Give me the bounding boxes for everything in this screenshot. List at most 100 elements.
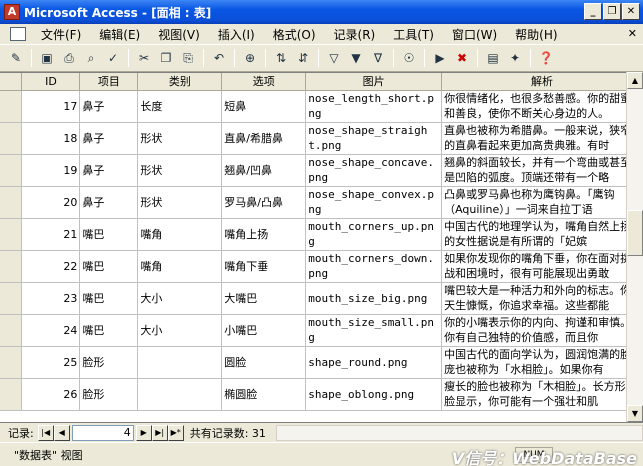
column-header-id[interactable]: ID [21, 73, 81, 91]
find-icon[interactable]: ☉ [399, 48, 419, 68]
cell-id[interactable]: 26 [21, 378, 81, 411]
record-selector[interactable] [0, 282, 23, 315]
cell-id[interactable]: 22 [21, 250, 81, 283]
cell-option[interactable]: 直鼻/希腊鼻 [221, 122, 307, 155]
filter-by-form-icon[interactable]: ▼ [346, 48, 366, 68]
table-row[interactable]: 17 鼻子 长度 短鼻 nose_length_short.png 你很情绪化，… [0, 90, 643, 123]
cell-analysis[interactable]: 你的小嘴表示你的内向、拘谨和审慎。你有自己独特的价值感，而且你 [441, 314, 643, 347]
cell-image[interactable]: nose_length_short.png [305, 90, 443, 123]
cell-analysis[interactable]: 你很情绪化，也很多愁善感。你的甜蜜和善良，使你不断关心身边的人。 [441, 90, 643, 123]
datasheet-doc-icon[interactable] [10, 27, 26, 41]
cell-id[interactable]: 25 [21, 346, 81, 379]
horizontal-scrollbar[interactable] [275, 424, 643, 441]
cell-item[interactable]: 嘴巴 [79, 282, 139, 315]
table-row[interactable]: 26 脸形 椭圆脸 shape_oblong.png 瘦长的脸也被称为「木相脸」… [0, 378, 643, 411]
spelling-icon[interactable]: ✓ [103, 48, 123, 68]
cell-id[interactable]: 21 [21, 218, 81, 251]
cell-option[interactable]: 嘴角下垂 [221, 250, 307, 283]
cell-analysis[interactable]: 直鼻也被称为希腊鼻。一般来说，狭窄的直鼻看起来更加高贵典雅。有时 [441, 122, 643, 155]
cell-image[interactable]: nose_shape_convex.png [305, 186, 443, 219]
menu-window[interactable]: 窗口(W) [443, 26, 506, 43]
cell-analysis[interactable]: 翘鼻的斜面较长，并有一个弯曲或甚至是凹陷的弧度。顶端还带有一个略 [441, 154, 643, 187]
cell-category[interactable]: 长度 [137, 90, 223, 123]
cell-category[interactable]: 形状 [137, 122, 223, 155]
new-record-button[interactable]: ▶* [167, 424, 184, 441]
cell-option[interactable]: 大嘴巴 [221, 282, 307, 315]
record-selector[interactable] [0, 250, 23, 283]
cell-id[interactable]: 18 [21, 122, 81, 155]
scroll-down-icon[interactable]: ▼ [627, 405, 643, 422]
record-selector[interactable] [0, 90, 23, 123]
previous-record-button[interactable]: ◀ [53, 424, 70, 441]
cell-category[interactable]: 形状 [137, 186, 223, 219]
column-header-category[interactable]: 类别 [137, 73, 223, 91]
table-row[interactable]: 24 嘴巴 大小 小嘴巴 mouth_size_small.png 你的小嘴表示… [0, 314, 643, 347]
copy-icon[interactable]: ❐ [156, 48, 176, 68]
hyperlink-icon[interactable]: ⊕ [240, 48, 260, 68]
table-row[interactable]: 23 嘴巴 大小 大嘴巴 mouth_size_big.png 嘴巴较大是一种活… [0, 282, 643, 315]
paste-icon[interactable]: ⎘ [178, 48, 198, 68]
design-view-icon[interactable]: ✎ [6, 48, 26, 68]
menu-help[interactable]: 帮助(H) [506, 26, 566, 43]
menu-file[interactable]: 文件(F) [32, 26, 90, 43]
record-selector[interactable] [0, 314, 23, 347]
cell-category[interactable] [137, 378, 223, 411]
record-selector[interactable] [0, 186, 23, 219]
minimize-button[interactable]: _ [584, 3, 602, 20]
cell-image[interactable]: nose_shape_straight.png [305, 122, 443, 155]
cell-image[interactable]: mouth_corners_down.png [305, 250, 443, 283]
menu-insert[interactable]: 插入(I) [209, 26, 264, 43]
new-object-icon[interactable]: ✦ [505, 48, 525, 68]
record-selector[interactable] [0, 122, 23, 155]
cell-category[interactable]: 嘴角 [137, 250, 223, 283]
undo-icon[interactable]: ↶ [209, 48, 229, 68]
document-close-button[interactable]: ✕ [628, 27, 637, 40]
cell-item[interactable]: 嘴巴 [79, 250, 139, 283]
menu-view[interactable]: 视图(V) [149, 26, 209, 43]
cell-analysis[interactable]: 中国古代的面向学认为，圆润饱满的脸庞也被称为「水相脸」。如果你有 [441, 346, 643, 379]
cell-analysis[interactable]: 中国古代的地理学认为，嘴角自然上扬的女性据说是有所谓的「妃嫔 [441, 218, 643, 251]
cell-item[interactable]: 嘴巴 [79, 218, 139, 251]
cell-item[interactable]: 鼻子 [79, 186, 139, 219]
cell-category[interactable]: 大小 [137, 314, 223, 347]
record-selector[interactable] [0, 346, 23, 379]
menu-format[interactable]: 格式(O) [264, 26, 325, 43]
cell-image[interactable]: shape_round.png [305, 346, 443, 379]
record-selector[interactable] [0, 154, 23, 187]
cell-image[interactable]: mouth_size_big.png [305, 282, 443, 315]
print-icon[interactable]: ⎙ [59, 48, 79, 68]
cell-item[interactable]: 鼻子 [79, 154, 139, 187]
column-header-image[interactable]: 图片 [305, 73, 443, 91]
cell-item[interactable]: 脸形 [79, 346, 139, 379]
cell-category[interactable]: 大小 [137, 282, 223, 315]
scroll-up-icon[interactable]: ▲ [627, 72, 643, 89]
table-row[interactable]: 25 脸形 圆脸 shape_round.png 中国古代的面向学认为，圆润饱满… [0, 346, 643, 379]
last-record-button[interactable]: ▶| [151, 424, 168, 441]
cell-option[interactable]: 翘鼻/凹鼻 [221, 154, 307, 187]
datasheet-grid[interactable]: ID 项目 类别 选项 图片 解析 17 鼻子 长度 短鼻 nose_lengt… [0, 72, 643, 422]
next-record-button[interactable]: ▶ [135, 424, 152, 441]
table-row[interactable]: 18 鼻子 形状 直鼻/希腊鼻 nose_shape_straight.png … [0, 122, 643, 155]
cell-analysis[interactable]: 嘴巴较大是一种活力和外向的标志。你天生慷慨，你追求幸福。这些都能 [441, 282, 643, 315]
close-button[interactable]: ✕ [622, 3, 640, 20]
cell-option[interactable]: 嘴角上扬 [221, 218, 307, 251]
cell-item[interactable]: 脸形 [79, 378, 139, 411]
cell-id[interactable]: 20 [21, 186, 81, 219]
save-icon[interactable]: ▣ [37, 48, 57, 68]
restore-button[interactable]: ❐ [603, 3, 621, 20]
cell-analysis[interactable]: 如果你发现你的嘴角下垂，你在面对挑战和困境时，很有可能展现出勇敢 [441, 250, 643, 283]
cell-image[interactable]: shape_oblong.png [305, 378, 443, 411]
current-record-input[interactable]: 4 [71, 424, 134, 441]
column-header-analysis[interactable]: 解析 [441, 73, 643, 91]
cell-image[interactable]: nose_shape_concave.png [305, 154, 443, 187]
cell-option[interactable]: 罗马鼻/凸鼻 [221, 186, 307, 219]
cell-item[interactable]: 鼻子 [79, 90, 139, 123]
cell-option[interactable]: 短鼻 [221, 90, 307, 123]
print-preview-icon[interactable]: ⌕ [81, 48, 101, 68]
vertical-scrollbar[interactable]: ▲ ▼ [626, 72, 643, 422]
cell-option[interactable]: 椭圆脸 [221, 378, 307, 411]
apply-filter-icon[interactable]: ∇ [368, 48, 388, 68]
table-row[interactable]: 19 鼻子 形状 翘鼻/凹鼻 nose_shape_concave.png 翘鼻… [0, 154, 643, 187]
column-header-item[interactable]: 项目 [79, 73, 139, 91]
scroll-thumb[interactable] [627, 210, 643, 256]
